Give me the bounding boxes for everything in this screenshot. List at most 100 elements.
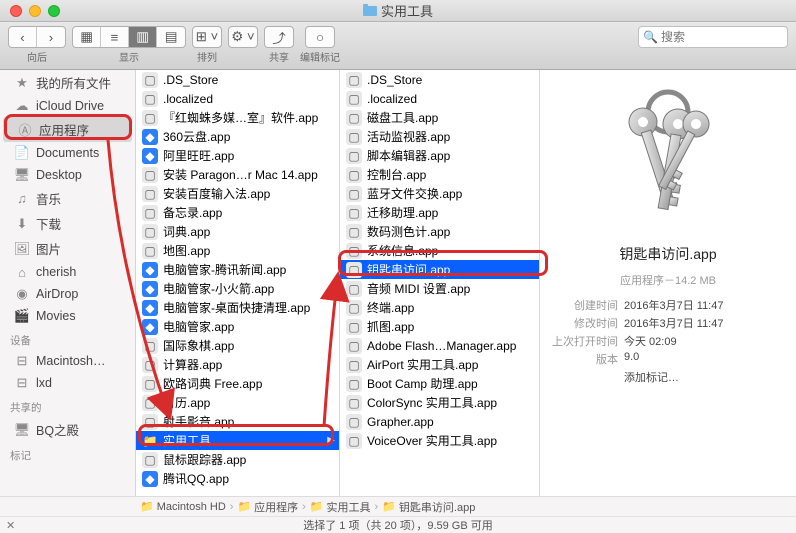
file-row[interactable]: ▢.localized [136, 89, 339, 108]
file-row[interactable]: ▢蓝牙文件交换.app [340, 184, 539, 203]
file-row[interactable]: ▢计算器.app [136, 355, 339, 374]
path-segment[interactable]: 📁钥匙串访问.app [382, 499, 475, 515]
file-row[interactable]: ▢ColorSync 实用工具.app [340, 393, 539, 412]
file-row[interactable]: ◆电脑管家-腾讯新闻.app [136, 260, 339, 279]
sidebar[interactable]: ★我的所有文件☁iCloud DriveⒶ应用程序📄Documents🖥Desk… [0, 70, 136, 496]
file-row[interactable]: ▢备忘录.app [136, 203, 339, 222]
file-icon: ▢ [346, 319, 362, 335]
file-row[interactable]: ▢抓图.app [340, 317, 539, 336]
file-row[interactable]: ▢控制台.app [340, 165, 539, 184]
gallery-view-button[interactable]: ▤ [157, 27, 185, 47]
sidebar-item-AirDrop[interactable]: ◉AirDrop [0, 283, 135, 305]
sidebar-item-iCloud Drive[interactable]: ☁iCloud Drive [0, 95, 135, 117]
file-name: 实用工具 [163, 432, 322, 449]
file-row[interactable]: ▢『红蜘蛛多媒…室』软件.app [136, 108, 339, 127]
file-row[interactable]: ◆电脑管家.app [136, 317, 339, 336]
file-row[interactable]: ▢国际象棋.app [136, 336, 339, 355]
file-icon: ◆ [142, 148, 158, 164]
file-row[interactable]: ▢音频 MIDI 设置.app [340, 279, 539, 298]
sidebar-item-Movies[interactable]: 🎬Movies [0, 305, 135, 327]
file-row[interactable]: ▢射手影音.app [136, 412, 339, 431]
file-row[interactable]: ▢终端.app [340, 298, 539, 317]
file-row[interactable]: ▢磁盘工具.app [340, 108, 539, 127]
nav-seg: ‹ › [8, 26, 66, 48]
file-row[interactable]: ▢钥匙串访问.app [340, 260, 539, 279]
path-segment[interactable]: 📁Macintosh HD [140, 500, 226, 513]
sidebar-item-音乐[interactable]: ♫音乐 [0, 186, 135, 211]
nav-group: ‹ › 向后 [8, 26, 66, 64]
file-row[interactable]: ▢安装 Paragon…r Mac 14.app [136, 165, 339, 184]
file-row[interactable]: ▢VoiceOver 实用工具.app [340, 431, 539, 450]
file-row[interactable]: ▢Boot Camp 助理.app [340, 374, 539, 393]
add-tag-row[interactable]: 添加标记… [550, 368, 786, 386]
close-x-icon[interactable]: ✕ [6, 519, 15, 532]
file-row[interactable]: ▢数码测色计.app [340, 222, 539, 241]
share-button[interactable]: ⤴ [265, 27, 293, 47]
file-icon: 📁 [142, 433, 158, 449]
file-icon: ◆ [142, 319, 158, 335]
sidebar-item-Macintosh…[interactable]: ⊟Macintosh… [0, 350, 135, 372]
action-button[interactable]: ⚙ ˅ [229, 27, 257, 47]
file-row[interactable]: ▢迁移助理.app [340, 203, 539, 222]
tags-button[interactable]: ○ [306, 27, 334, 47]
file-row[interactable]: ◆阿里旺旺.app [136, 146, 339, 165]
file-row[interactable]: ▢AirPort 实用工具.app [340, 355, 539, 374]
file-row[interactable]: ◆电脑管家-桌面快捷清理.app [136, 298, 339, 317]
file-row[interactable]: ▢.DS_Store [136, 70, 339, 89]
file-name: 安装百度输入法.app [163, 185, 335, 202]
file-row[interactable]: ▢系统信息.app [340, 241, 539, 260]
file-name: .DS_Store [163, 73, 335, 87]
file-row[interactable]: ▢日历.app [136, 393, 339, 412]
file-row[interactable]: ▢脚本编辑器.app [340, 146, 539, 165]
sidebar-item-下载[interactable]: ⬇下载 [0, 211, 135, 236]
path-segment[interactable]: 📁应用程序 [237, 499, 298, 515]
file-icon: ▢ [346, 91, 362, 107]
chevron-right-icon: ▶ [327, 435, 335, 446]
sidebar-item-我的所有文件[interactable]: ★我的所有文件 [0, 70, 135, 95]
view-label: 显示 [119, 49, 139, 64]
file-name: .DS_Store [367, 73, 535, 87]
list-view-button[interactable]: ≡ [101, 27, 129, 47]
icon-view-button[interactable]: ▦ [73, 27, 101, 47]
chevron-right-icon: › [302, 501, 306, 513]
search-input[interactable] [638, 26, 788, 48]
file-row[interactable]: ▢欧路词典 Free.app [136, 374, 339, 393]
arrange-button[interactable]: ⊞ ˅ [193, 27, 221, 47]
file-icon: ▢ [346, 224, 362, 240]
sidebar-item-lxd[interactable]: ⊟lxd [0, 372, 135, 394]
file-row[interactable]: ◆360云盘.app [136, 127, 339, 146]
shared-header: 共享的 [0, 394, 135, 417]
file-row[interactable]: ▢活动监视器.app [340, 127, 539, 146]
file-row[interactable]: ▢地图.app [136, 241, 339, 260]
column-view-button[interactable]: ▥ [129, 27, 157, 47]
path-segment[interactable]: 📁实用工具 [310, 499, 371, 515]
file-row[interactable]: ▢鼠标跟踪器.app [136, 450, 339, 469]
column-applications[interactable]: ▢.DS_Store▢.localized▢『红蜘蛛多媒…室』软件.app◆36… [136, 70, 340, 496]
file-row[interactable]: ▢.localized [340, 89, 539, 108]
file-row[interactable]: ▢词典.app [136, 222, 339, 241]
devices-header: 设备 [0, 327, 135, 350]
sidebar-item-图片[interactable]: 🖼图片 [0, 236, 135, 261]
column-utilities[interactable]: ▢.DS_Store▢.localized▢磁盘工具.app▢活动监视器.app… [340, 70, 540, 496]
file-row[interactable]: ▢Adobe Flash…Manager.app [340, 336, 539, 355]
meta-row: 版本9.0 [550, 350, 786, 368]
file-icon: ▢ [142, 452, 158, 468]
sidebar-item-Desktop[interactable]: 🖥Desktop [0, 164, 135, 186]
file-row[interactable]: ◆腾讯QQ.app [136, 469, 339, 488]
forward-button[interactable]: › [37, 27, 65, 47]
file-row[interactable]: 📁 实用工具 ▶ [136, 431, 339, 450]
add-tag-link[interactable]: 添加标记… [624, 369, 679, 385]
file-name: 磁盘工具.app [367, 109, 535, 126]
sidebar-item-Documents[interactable]: 📄Documents [0, 142, 135, 164]
file-row[interactable]: ▢.DS_Store [340, 70, 539, 89]
file-row[interactable]: ▢Grapher.app [340, 412, 539, 431]
sidebar-item-BQ之殿[interactable]: 🖥BQ之殿 [0, 417, 135, 442]
sidebar-item-应用程序[interactable]: Ⓐ应用程序 [3, 117, 132, 142]
view-group: ▦ ≡ ▥ ▤ 显示 [72, 26, 186, 64]
sidebar-item-cherish[interactable]: ⌂cherish [0, 261, 135, 283]
file-row[interactable]: ▢安装百度输入法.app [136, 184, 339, 203]
back-button[interactable]: ‹ [9, 27, 37, 47]
file-row[interactable]: ◆电脑管家-小火箭.app [136, 279, 339, 298]
path-bar[interactable]: 📁Macintosh HD›📁应用程序›📁实用工具›📁钥匙串访问.app [0, 496, 796, 516]
action-group: ⚙ ˅ [228, 26, 258, 48]
